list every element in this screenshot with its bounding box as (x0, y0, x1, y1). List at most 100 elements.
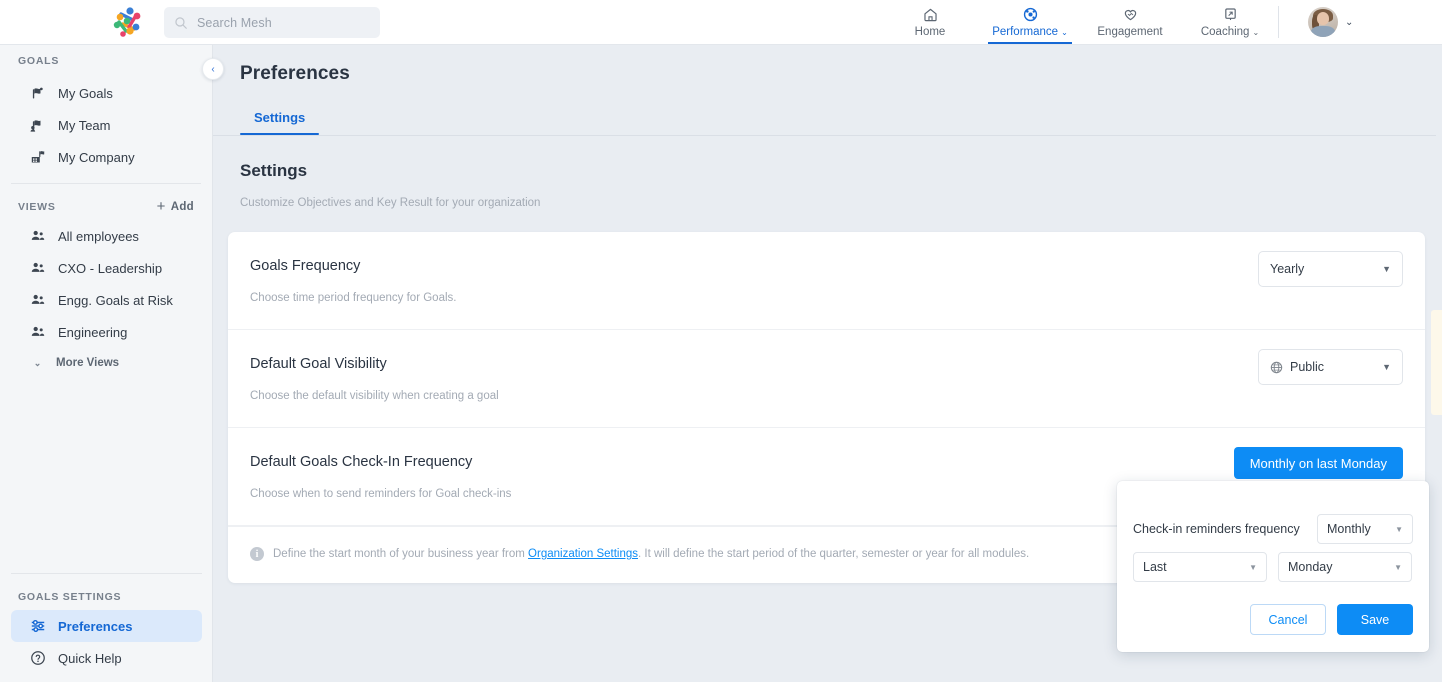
performance-icon (1022, 7, 1039, 23)
nav-item-performance[interactable]: Performance ⌄ (980, 0, 1080, 44)
info-note-text-after: . It will define the start period of the… (638, 548, 1030, 560)
sidebar-item-label: All employees (58, 228, 139, 244)
select-value: Monday (1288, 560, 1333, 574)
sidebar-section-label: VIEWS (18, 201, 56, 213)
profile-menu[interactable]: ⌄ (1308, 7, 1353, 37)
sidebar-section-label: GOALS SETTINGS (18, 591, 122, 603)
select-value: Yearly (1270, 262, 1305, 276)
select-value: Public (1290, 360, 1325, 374)
sidebar: GOALS My Goals My Team My Company VIEWS … (0, 45, 213, 682)
nav-label-home: Home (914, 25, 946, 38)
sliders-icon (29, 618, 46, 635)
nav-label-coaching: Coaching (1200, 25, 1250, 38)
popover-frequency-row: Check-in reminders frequency Monthly ▼ (1133, 514, 1413, 544)
popover-weekday-select[interactable]: Monday ▼ (1278, 552, 1412, 582)
checkin-frequency-button[interactable]: Monthly on last Monday (1233, 447, 1403, 479)
sidebar-item-all-employees[interactable]: All employees (11, 220, 201, 252)
nav-divider (1278, 6, 1279, 38)
sidebar-item-label: My Company (58, 149, 135, 165)
chevron-down-icon: ▼ (1382, 362, 1391, 372)
select-value: Monthly (1327, 522, 1371, 536)
team-goal-icon (29, 117, 46, 134)
setting-description: Choose time period frequency for Goals. (250, 292, 457, 304)
sidebar-section-goals-header: GOALS (0, 45, 212, 77)
goals-frequency-select[interactable]: Yearly ▼ (1258, 251, 1403, 287)
setting-description: Choose the default visibility when creat… (250, 390, 499, 402)
popover-ordinal-select[interactable]: Last ▼ (1133, 552, 1267, 582)
top-bar: Search Mesh Home Performance ⌄ Engagemen… (0, 0, 1442, 45)
sidebar-item-label: Engg. Goals at Risk (58, 292, 173, 308)
sidebar-section-views-header: VIEWS + Add (0, 194, 212, 220)
popover-frequency-select[interactable]: Monthly ▼ (1317, 514, 1413, 544)
popover-actions: Cancel Save (1250, 604, 1413, 635)
sidebar-item-label: CXO - Leadership (58, 260, 163, 276)
chevron-down-icon: ⌄ (33, 357, 42, 368)
people-icon (29, 260, 46, 277)
sidebar-item-label: Engineering (58, 324, 128, 340)
sidebar-divider (11, 573, 202, 574)
settings-title: Settings (240, 161, 308, 180)
chevron-down-icon: ▼ (1382, 264, 1391, 274)
setting-title: Default Goal Visibility (250, 356, 387, 372)
organization-settings-link[interactable]: Organization Settings (528, 548, 638, 560)
setting-row-goals-frequency: Goals Frequency Choose time period frequ… (228, 232, 1425, 330)
search-input[interactable]: Search Mesh (164, 7, 380, 38)
search-placeholder: Search Mesh (197, 15, 272, 30)
sidebar-item-engg-goals-at-risk[interactable]: Engg. Goals at Risk (11, 284, 201, 316)
add-view-button[interactable]: + Add (157, 199, 194, 215)
page-title: Preferences (240, 63, 350, 84)
cancel-button[interactable]: Cancel (1250, 604, 1326, 635)
more-views-button[interactable]: ⌄ More Views (11, 348, 201, 378)
nav-item-engagement[interactable]: Engagement (1080, 0, 1180, 44)
sidebar-item-label: Preferences (58, 618, 133, 634)
coaching-icon (1222, 7, 1239, 23)
checkin-frequency-popover: Check-in reminders frequency Monthly ▼ L… (1117, 481, 1429, 652)
sidebar-item-my-team[interactable]: My Team (11, 109, 201, 141)
sidebar-item-engineering[interactable]: Engineering (11, 316, 201, 348)
sidebar-section-label: GOALS (18, 55, 60, 67)
people-icon (29, 292, 46, 309)
people-icon (29, 324, 46, 341)
more-views-label: More Views (56, 357, 120, 369)
chevron-down-icon: ▼ (1394, 562, 1402, 572)
feedback-edge-tab[interactable] (1431, 310, 1442, 415)
search-icon (174, 16, 188, 30)
settings-header: Settings Customize Objectives and Key Re… (213, 136, 1442, 209)
nav-item-coaching[interactable]: Coaching ⌄ (1180, 0, 1280, 44)
primary-nav: Home Performance ⌄ Engagement Coaching ⌄ (880, 0, 1280, 44)
nav-label-performance: Performance (992, 25, 1059, 38)
setting-title: Goals Frequency (250, 258, 361, 274)
add-view-label: Add (170, 201, 194, 213)
sidebar-item-label: My Team (58, 117, 111, 133)
engagement-icon (1122, 7, 1139, 23)
chevron-down-icon: ⌄ (1061, 27, 1068, 37)
default-goal-visibility-select[interactable]: Public ▼ (1258, 349, 1403, 385)
sidebar-item-my-company[interactable]: My Company (11, 141, 201, 173)
sidebar-item-my-goals[interactable]: My Goals (11, 77, 201, 109)
page-tabs: Settings (240, 110, 320, 135)
sidebar-item-label: Quick Help (58, 650, 122, 666)
question-circle-icon (29, 650, 46, 667)
setting-title: Default Goals Check-In Frequency (250, 454, 473, 470)
settings-subtitle: Customize Objectives and Key Result for … (240, 197, 541, 209)
sidebar-collapse-button[interactable]: ‹ (202, 58, 224, 80)
info-icon: i (250, 547, 264, 561)
popover-frequency-label: Check-in reminders frequency (1133, 522, 1300, 536)
sidebar-item-preferences[interactable]: Preferences (11, 610, 202, 642)
sidebar-item-cxo-leadership[interactable]: CXO - Leadership (11, 252, 201, 284)
nav-item-home[interactable]: Home (880, 0, 980, 44)
home-icon (922, 7, 939, 23)
setting-row-default-goal-visibility: Default Goal Visibility Choose the defau… (228, 330, 1425, 428)
chevron-down-icon: ▼ (1395, 524, 1403, 534)
sidebar-section-goals-settings-header: GOALS SETTINGS (0, 584, 213, 610)
tab-settings[interactable]: Settings (240, 110, 320, 135)
people-icon (29, 228, 46, 245)
save-button[interactable]: Save (1337, 604, 1413, 635)
sidebar-bottom-section: GOALS SETTINGS Preferences Quick Help (0, 563, 213, 682)
mesh-logo[interactable] (110, 5, 146, 41)
avatar[interactable] (1308, 7, 1338, 37)
select-value: Last (1143, 560, 1167, 574)
sidebar-item-quick-help[interactable]: Quick Help (11, 642, 202, 674)
nav-label-engagement: Engagement (1097, 25, 1163, 38)
chevron-down-icon: ▼ (1249, 562, 1257, 572)
